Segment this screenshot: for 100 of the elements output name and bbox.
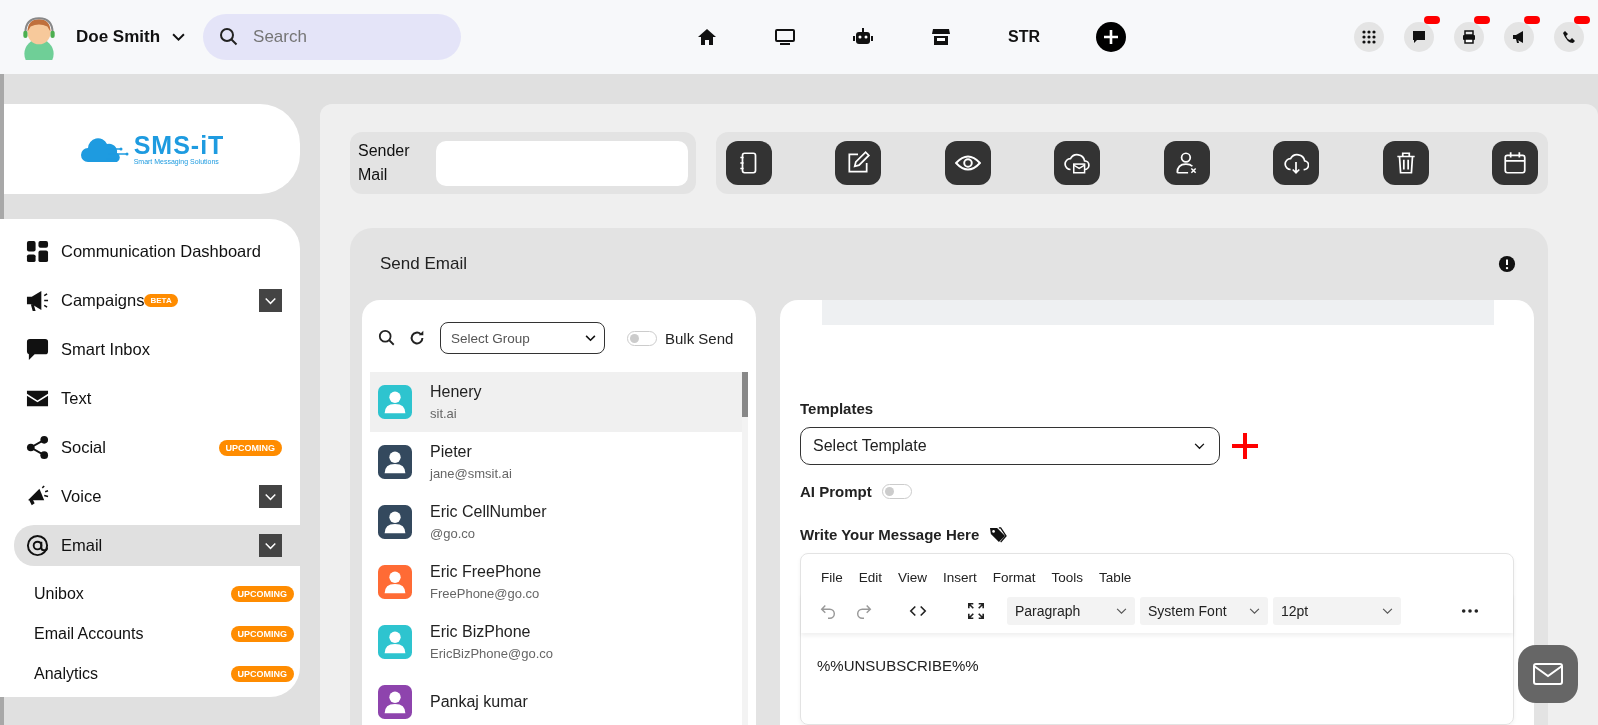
search-icon[interactable] — [378, 329, 396, 347]
cloud-mail-button[interactable] — [1054, 141, 1101, 185]
sidebar-item-label: Communication Dashboard — [61, 242, 261, 261]
editor-menu-item[interactable]: View — [898, 570, 928, 585]
contact-email: jane@smsit.ai — [430, 466, 512, 481]
at-sign-icon — [26, 534, 49, 557]
contact-item[interactable]: Henery sit.ai — [370, 372, 742, 432]
share-icon — [26, 436, 49, 459]
chat-icon — [1412, 30, 1426, 44]
sidebar-item[interactable]: Communication Dashboard — [14, 231, 300, 272]
contact-name: Eric FreePhone — [430, 563, 542, 581]
chevron-down-icon — [1249, 607, 1260, 615]
edit-button[interactable] — [835, 141, 882, 185]
mail-button[interactable] — [1518, 645, 1578, 703]
chevron-down-icon — [1116, 607, 1127, 615]
megaphone-button[interactable] — [1504, 22, 1534, 52]
sidebar-item[interactable]: Voice — [14, 476, 300, 517]
refresh-icon[interactable] — [408, 329, 426, 347]
str-link[interactable]: STR — [1008, 28, 1041, 46]
scrollbar[interactable] — [742, 372, 748, 725]
monitor-icon[interactable] — [774, 28, 797, 46]
search-input[interactable]: Search — [251, 26, 436, 48]
calendar-button[interactable] — [1491, 141, 1538, 185]
info-icon[interactable] — [1498, 255, 1516, 273]
sidebar-item-label: Voice — [61, 487, 102, 506]
editor-menu-item[interactable]: Format — [992, 570, 1036, 585]
delete-button[interactable] — [1382, 141, 1429, 185]
redo-icon[interactable] — [855, 602, 873, 620]
robot-icon[interactable] — [852, 28, 875, 46]
add-template-icon[interactable] — [1230, 431, 1260, 461]
chevron-down-icon — [1382, 607, 1393, 615]
sidebar-subitem-label: Email Accounts — [34, 625, 144, 643]
editor-menu-item[interactable]: Table — [1099, 570, 1132, 585]
search-field[interactable]: Search — [203, 14, 462, 60]
chat-button[interactable] — [1404, 22, 1434, 52]
contact-email: FreePhone@go.co — [430, 586, 541, 601]
printer-icon — [1462, 30, 1476, 44]
editor-menu-item[interactable]: Tools — [1051, 570, 1084, 585]
apps-button[interactable] — [1354, 22, 1384, 52]
contact-name: Pieter — [430, 443, 473, 461]
contact-name: Pankaj kumar — [430, 693, 528, 711]
notebook-button[interactable] — [726, 141, 772, 185]
contact-item[interactable]: Pieter jane@smsit.ai — [370, 432, 742, 492]
sidebar-item[interactable]: Smart Inbox — [14, 329, 300, 370]
editor-menu-item[interactable]: File — [821, 570, 843, 585]
status-tag: BETA — [144, 294, 178, 307]
bulk-send-toggle[interactable] — [627, 330, 657, 346]
sidebar-item-label: Smart Inbox — [61, 340, 150, 359]
sidebar-item[interactable]: Campaigns BETA — [14, 280, 300, 321]
expand-toggle-icon[interactable] — [259, 289, 282, 312]
editor-content[interactable]: %%UNSUBSCRIBE%% — [801, 633, 1513, 698]
grid-icon — [1362, 30, 1376, 44]
tags-icon[interactable] — [989, 526, 1008, 543]
more-icon[interactable] — [1461, 608, 1479, 614]
printer-button[interactable] — [1454, 22, 1484, 52]
phone-button[interactable] — [1554, 22, 1584, 52]
contact-item[interactable]: Eric FreePhone FreePhone@go.co — [370, 552, 742, 612]
editor-menu-item[interactable]: Insert — [943, 570, 977, 585]
megaphone-icon — [26, 289, 49, 312]
dashboard-icon — [26, 240, 49, 263]
format-select[interactable]: 12pt — [1273, 597, 1401, 625]
ai-prompt-toggle[interactable] — [881, 484, 912, 499]
store-icon[interactable] — [930, 28, 953, 46]
ai-prompt-label: AI Prompt — [800, 483, 872, 500]
expand-toggle-icon[interactable] — [259, 534, 282, 557]
undo-icon[interactable] — [819, 602, 837, 620]
user-name[interactable]: Doe Smith — [76, 27, 161, 47]
phone-icon — [1562, 30, 1576, 44]
fullscreen-icon[interactable] — [967, 602, 985, 620]
group-select[interactable]: Select Group — [440, 322, 605, 354]
sidebar-item[interactable]: Social UPCOMING — [14, 427, 300, 468]
format-select[interactable]: Paragraph — [1007, 597, 1135, 625]
logo-name: SMS-iT — [133, 133, 225, 158]
cloud-download-button[interactable] — [1273, 141, 1320, 185]
remove-user-button[interactable] — [1163, 141, 1210, 185]
format-select[interactable]: System Font — [1140, 597, 1268, 625]
sidebar-item[interactable]: Text — [14, 378, 300, 419]
expand-toggle-icon[interactable] — [259, 485, 282, 508]
calendar-icon — [1501, 150, 1528, 176]
template-select[interactable]: Select Template — [800, 427, 1220, 465]
contact-item[interactable]: Eric CellNumber @go.co — [370, 492, 742, 552]
sidebar-subitem[interactable]: Unibox UPCOMING — [14, 574, 300, 614]
sidebar-item-label: Social — [61, 438, 106, 457]
sender-mail-field[interactable] — [436, 140, 688, 186]
chevron-down-icon[interactable] — [172, 32, 186, 42]
loudspeaker-icon — [26, 485, 49, 508]
contact-email: sit.ai — [430, 406, 458, 421]
view-button[interactable] — [944, 141, 991, 185]
status-tag: UPCOMING — [230, 666, 294, 682]
bulk-send-label: Bulk Send — [665, 329, 734, 347]
sidebar-item-label: Campaigns — [61, 291, 145, 310]
sidebar-subitem[interactable]: Email Accounts UPCOMING — [14, 614, 300, 654]
contact-item[interactable]: Pankaj kumar — [370, 672, 742, 725]
status-tag: UPCOMING — [230, 586, 294, 602]
contact-name: Eric CellNumber — [430, 503, 547, 521]
contact-item[interactable]: Eric BizPhone EricBizPhone@go.co — [370, 612, 742, 672]
sidebar-item[interactable]: Email — [14, 525, 300, 566]
editor-menu-item[interactable]: Edit — [858, 570, 883, 585]
add-icon[interactable] — [1096, 22, 1127, 52]
sidebar-subitem[interactable]: Analytics UPCOMING — [14, 654, 300, 694]
